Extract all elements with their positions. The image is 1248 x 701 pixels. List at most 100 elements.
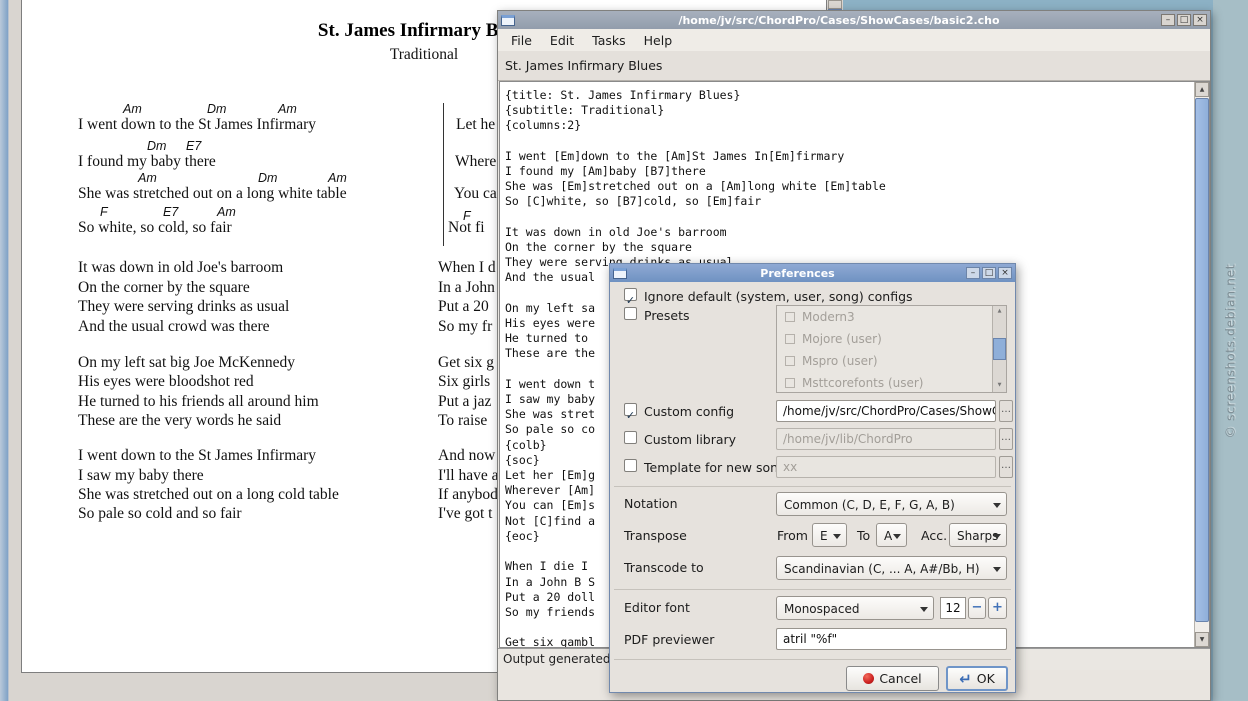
separator <box>614 589 1011 590</box>
tabbar: St. James Infirmary Blues <box>498 51 1210 81</box>
transpose-acc-label: Acc. <box>921 528 947 543</box>
transpose-to-dropdown[interactable]: A <box>876 523 907 547</box>
menu-tasks[interactable]: Tasks <box>583 30 635 51</box>
notation-label: Notation <box>624 496 678 511</box>
presets-scrollbar: ▲ ▼ <box>992 306 1006 392</box>
presets-checkbox[interactable] <box>624 307 637 320</box>
presets-scrollbar-thumb <box>993 338 1006 360</box>
editor-window-title: /home/jv/src/ChordPro/Cases/ShowCases/ba… <box>519 14 1159 27</box>
template-field: xx <box>776 456 996 478</box>
maximize-button[interactable]: □ <box>1177 14 1191 26</box>
preferences-titlebar[interactable]: Preferences – □ × <box>610 264 1015 282</box>
chevron-down-icon <box>993 567 1001 572</box>
custom-config-checkbox[interactable]: ✓ <box>624 403 637 416</box>
transpose-from-dropdown[interactable]: E <box>812 523 847 547</box>
presets-items: Modern3 Mojore (user) Mspro (user) Msttcore… <box>777 306 1006 393</box>
transpose-label: Transpose <box>624 528 687 543</box>
scroll-up-icon: ▲ <box>993 306 1006 318</box>
preferences-dialog: Preferences – □ × ✓ Ignore default (syst… <box>609 263 1016 693</box>
preset-item-label: Mojore (user) <box>802 332 882 346</box>
ok-button[interactable]: ↵ OK <box>946 666 1008 691</box>
custom-config-label: Custom config <box>644 404 734 419</box>
pdf-scrollbar-button[interactable] <box>828 0 842 9</box>
editor-font-dropdown[interactable]: Monospaced <box>776 596 934 620</box>
checkbox-icon <box>785 312 795 322</box>
watermark: © screenshots.debian.net <box>1223 263 1238 439</box>
column-divider <box>443 103 444 246</box>
preferences-title: Preferences <box>631 267 964 280</box>
tab-song[interactable]: St. James Infirmary Blues <box>498 58 662 73</box>
font-size-field[interactable]: 12 <box>940 597 966 619</box>
notation-dropdown[interactable]: Common (C, D, E, F, G, A, B) <box>776 492 1007 516</box>
template-label: Template for new songs <box>644 460 793 475</box>
custom-library-browse-button: … <box>999 428 1013 450</box>
close-button[interactable]: × <box>1193 14 1207 26</box>
pdf-previewer-field[interactable]: atril "%f" <box>776 628 1007 650</box>
scroll-down-icon: ▼ <box>993 380 1006 392</box>
preset-item: Msttcorefonts (user) <box>777 372 1006 393</box>
custom-library-label: Custom library <box>644 432 736 447</box>
presets-listbox: Modern3 Mojore (user) Mspro (user) Msttcore… <box>776 305 1007 393</box>
cancel-icon <box>863 673 874 684</box>
presets-label: Presets <box>644 308 690 323</box>
checkbox-icon <box>785 378 795 388</box>
editor-scrollbar[interactable]: ▲ ▼ <box>1194 82 1209 647</box>
transpose-to-label: To <box>857 528 870 543</box>
maximize-button[interactable]: □ <box>982 267 996 279</box>
screen: St. James Infirmary Blues Traditional Am… <box>0 0 1248 701</box>
separator <box>614 486 1011 487</box>
scroll-down-icon[interactable]: ▼ <box>1195 632 1209 647</box>
chevron-down-icon <box>893 534 901 539</box>
chevron-down-icon <box>833 534 841 539</box>
menu-file[interactable]: File <box>502 30 541 51</box>
transpose-acc-dropdown[interactable]: Sharps <box>949 523 1007 547</box>
editor-font-label: Editor font <box>624 600 690 615</box>
editor-titlebar[interactable]: /home/jv/src/ChordPro/Cases/ShowCases/ba… <box>498 11 1210 29</box>
chevron-down-icon <box>993 534 1001 539</box>
close-button[interactable]: × <box>998 267 1012 279</box>
editor-scrollbar-thumb[interactable] <box>1195 98 1209 622</box>
preset-item: Mojore (user) <box>777 328 1006 350</box>
preset-item: Modern3 <box>777 306 1006 328</box>
template-checkbox[interactable] <box>624 459 637 472</box>
menu-help[interactable]: Help <box>635 30 682 51</box>
ok-button-label: OK <box>977 671 995 686</box>
transpose-from-label: From <box>777 528 808 543</box>
custom-library-field: /home/jv/lib/ChordPro <box>776 428 996 450</box>
separator <box>614 659 1011 660</box>
preset-item: Mspro (user) <box>777 350 1006 372</box>
preset-item-label: Modern3 <box>802 310 855 324</box>
menu-edit[interactable]: Edit <box>541 30 583 51</box>
ok-enter-icon: ↵ <box>959 670 972 688</box>
check-icon: ✓ <box>626 409 635 422</box>
font-size-decrease-button[interactable]: − <box>968 597 986 619</box>
transcode-value: Scandinavian (C, ... A, A#/Bb, H) <box>784 562 980 576</box>
minimize-button[interactable]: – <box>1161 14 1175 26</box>
chevron-down-icon <box>920 607 928 612</box>
transcode-dropdown[interactable]: Scandinavian (C, ... A, A#/Bb, H) <box>776 556 1007 580</box>
preset-item-label: Msttcorefonts (user) <box>802 376 924 390</box>
custom-config-field[interactable]: /home/jv/src/ChordPro/Cases/ShowCas <box>776 400 996 422</box>
editor-font-value: Monospaced <box>784 602 859 616</box>
font-size-increase-button[interactable]: + <box>988 597 1007 619</box>
notation-value: Common (C, D, E, F, G, A, B) <box>784 498 955 512</box>
menubar: FileEditTasksHelp <box>498 29 1210 51</box>
cancel-button-label: Cancel <box>879 671 921 686</box>
transpose-from-value: E <box>820 529 828 543</box>
checkbox-icon <box>785 356 795 366</box>
transcode-label: Transcode to <box>624 560 704 575</box>
preset-item-label: Mspro (user) <box>802 354 878 368</box>
ignore-default-checkbox[interactable]: ✓ <box>624 288 637 301</box>
cancel-button[interactable]: Cancel <box>846 666 939 691</box>
template-browse-button: … <box>999 456 1013 478</box>
transpose-to-value: A <box>884 529 892 543</box>
checkbox-icon <box>785 334 795 344</box>
custom-library-checkbox[interactable] <box>624 431 637 444</box>
pdf-previewer-label: PDF previewer <box>624 632 714 647</box>
custom-config-browse-button[interactable]: … <box>999 400 1013 422</box>
window-icon <box>613 268 627 279</box>
minimize-button[interactable]: – <box>966 267 980 279</box>
pdf-window-left-border <box>0 0 8 701</box>
scroll-up-icon[interactable]: ▲ <box>1195 82 1209 97</box>
ignore-default-label: Ignore default (system, user, song) conf… <box>644 289 913 304</box>
